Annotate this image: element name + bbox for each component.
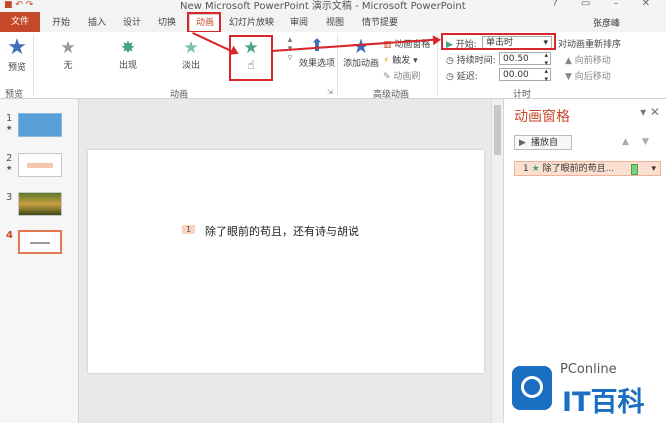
logo-mark	[512, 366, 552, 410]
slide-thumb-1[interactable]	[18, 113, 62, 137]
arrow-2-head	[432, 34, 442, 46]
preview-star-icon: ★	[7, 35, 27, 60]
highlight-animations-tab	[187, 12, 221, 33]
thumb-number: 4	[6, 230, 13, 241]
star-green-icon: ★	[531, 164, 540, 174]
timing-bar	[631, 164, 638, 175]
reorder-up-icon[interactable]: ▲	[622, 137, 629, 147]
thumb-star-icon: ★	[6, 164, 13, 172]
tab-review[interactable]: 审阅	[290, 15, 308, 28]
reorder-title: 对动画重新排序	[558, 40, 622, 50]
ribbon: ★ 预览 预览 ★ 无 ✸ 出现 ★ 淡出 ★ ☝ ▴▾▿ 动画 ⇲ ⬆ 效果选…	[0, 32, 666, 100]
reorder-down-icon[interactable]: ▼	[642, 137, 649, 147]
animation-order-tag[interactable]: 1	[182, 225, 196, 234]
preview-button[interactable]: ★ 预览	[4, 35, 30, 74]
clock-icon: ◷	[446, 72, 454, 82]
window-controls[interactable]: ? ▭ – ✕	[552, 0, 660, 9]
move-earlier-button[interactable]: ▲ 向前移动	[565, 53, 611, 66]
scrollbar-thumb[interactable]	[494, 105, 501, 155]
slide-text[interactable]: 除了眼前的苟且，还有诗与胡说	[205, 223, 359, 239]
effect-none[interactable]: ★ 无	[55, 38, 81, 71]
tab-transitions[interactable]: 切换	[158, 15, 176, 28]
tab-insert[interactable]: 插入	[88, 15, 106, 28]
quick-access-icons[interactable]: ■ ↶ ↷	[4, 0, 33, 10]
effect-options-button[interactable]: ⬆ 效果选项	[295, 36, 339, 69]
dialog-launcher-icon[interactable]: ⇲	[327, 88, 333, 96]
thumb-content	[27, 163, 53, 168]
star-gray-icon: ★	[60, 38, 76, 58]
tab-design[interactable]: 设计	[123, 15, 141, 28]
thumb-number: 3	[6, 192, 13, 203]
title-bar: ■ ↶ ↷ New Microsoft PowerPoint 演示文稿 - Mi…	[0, 0, 666, 12]
thumb-number: 2	[6, 153, 13, 164]
tab-file[interactable]: 文件	[0, 12, 40, 32]
clock-icon: ◷	[446, 56, 454, 66]
tab-view[interactable]: 视图	[326, 15, 344, 28]
animation-list-item[interactable]: 1 ★ 除了眼前的苟且... ▾	[514, 161, 661, 176]
lightning-icon: ⚡	[383, 56, 390, 66]
spinner-icon[interactable]: ▴ ▾	[544, 51, 548, 67]
play-icon: ▶	[519, 138, 526, 148]
thumb-content	[30, 242, 50, 244]
slide-thumbnails: 1 ★ 2 ★ 3 4	[0, 99, 79, 423]
tab-slideshow[interactable]: 幻灯片放映	[229, 15, 274, 28]
tab-storyboard[interactable]: 情节提要	[362, 15, 398, 28]
close-icon[interactable]: ▾ ✕	[640, 105, 660, 119]
watermark-name: IT百科	[562, 387, 645, 418]
effect-appear[interactable]: ✸ 出现	[113, 38, 143, 71]
duration-label: ◷ 持续时间:	[446, 56, 496, 66]
play-from-button[interactable]: ▶ 播放自	[514, 135, 572, 150]
separator	[33, 35, 34, 95]
animation-painter-button[interactable]: ✎ 动画刷	[383, 69, 420, 82]
pconline-watermark: PConline IT百科	[504, 352, 666, 423]
highlight-start-field	[441, 33, 556, 50]
delay-label: ◷ 延迟:	[446, 72, 478, 82]
add-animation-button[interactable]: ★ 添加动画	[340, 36, 382, 69]
arrow-down-icon: ▼	[565, 72, 572, 82]
user-name[interactable]: 张彦峰	[593, 16, 620, 29]
thumb-number: 1	[6, 113, 13, 124]
duration-input[interactable]: 00.50 ▴ ▾	[499, 51, 551, 67]
chevron-down-icon[interactable]: ▾	[651, 162, 656, 175]
move-later-button[interactable]: ▼ 向后移动	[565, 69, 611, 82]
pane-title: 动画窗格	[514, 109, 570, 125]
star-fade-icon: ★	[183, 38, 199, 58]
thumb-star-icon: ★	[6, 124, 13, 132]
effect-fade[interactable]: ★ 淡出	[176, 38, 206, 71]
arrow-up-icon: ▲	[565, 56, 572, 66]
star-burst-icon: ✸	[120, 38, 136, 58]
ribbon-tabs: 文件 开始 插入 设计 切换 动画 幻灯片放映 审阅 视图 情节提要 张彦峰	[0, 12, 666, 33]
brush-icon: ✎	[383, 72, 391, 82]
trigger-button[interactable]: ⚡ 触发 ▾	[383, 53, 418, 66]
tab-home[interactable]: 开始	[52, 15, 70, 28]
window-title: New Microsoft PowerPoint 演示文稿 - Microsof…	[180, 1, 466, 12]
delay-input[interactable]: 00.00 ▴ ▾	[499, 67, 551, 83]
watermark-brand: PConline	[560, 362, 617, 377]
slide-thumb-3[interactable]	[18, 192, 62, 216]
slide-thumb-4-selected[interactable]	[18, 230, 62, 254]
logo-ring	[521, 376, 543, 398]
slide-thumb-2[interactable]	[18, 153, 62, 177]
spinner-icon[interactable]: ▴ ▾	[544, 67, 548, 83]
current-slide[interactable]: 1 除了眼前的苟且，还有诗与胡说	[88, 150, 484, 373]
